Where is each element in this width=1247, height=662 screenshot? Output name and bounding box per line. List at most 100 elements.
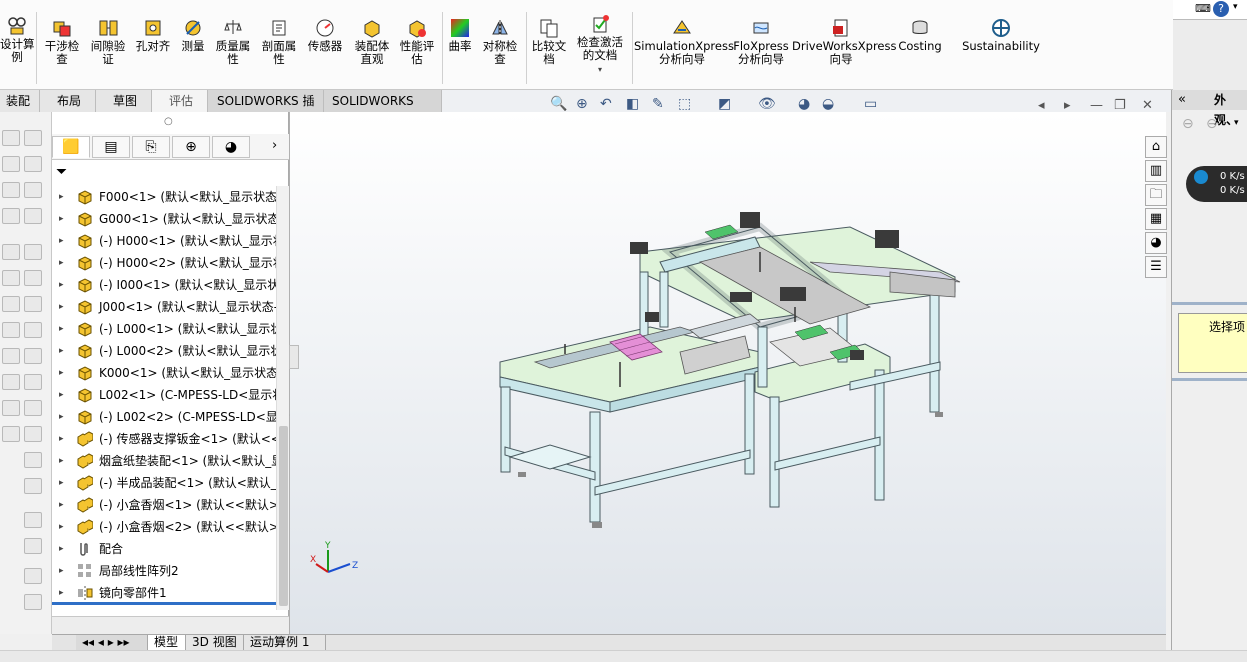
- view-palette-icon[interactable]: ▦: [1145, 208, 1167, 230]
- tab-sketch[interactable]: 草图: [96, 90, 152, 112]
- tab-model[interactable]: 模型: [148, 635, 186, 651]
- check-active-document-button[interactable]: 检查激活 的文档 ▾: [572, 14, 628, 76]
- minimize-icon[interactable]: —: [1090, 98, 1103, 113]
- tool-icon[interactable]: [24, 512, 42, 528]
- chevron-down-icon[interactable]: ▾: [1234, 118, 1239, 128]
- tab-property-manager[interactable]: ▤: [92, 136, 130, 158]
- tool-icon[interactable]: [24, 374, 42, 390]
- home-icon[interactable]: ⌂: [1145, 136, 1167, 158]
- chevron-down-icon[interactable]: ▾: [598, 65, 602, 74]
- tree-item[interactable]: ▸ J000<1> (默认<默认_显示状态-: [52, 296, 278, 318]
- simulationxpress-button[interactable]: SimulationXpress 分析向导: [634, 18, 734, 66]
- tree-item[interactable]: ▸ (-) H000<2> (默认<默认_显示状: [52, 252, 285, 274]
- tab-motion-study-1[interactable]: 运动算例 1: [244, 635, 326, 651]
- collapse-icon[interactable]: «: [1178, 90, 1186, 110]
- forward-icon[interactable]: ⊖: [1206, 116, 1218, 132]
- tab-3d-views[interactable]: 3D 视图: [186, 635, 244, 651]
- sustainability-button[interactable]: Sustainability: [960, 18, 1042, 53]
- tree-item[interactable]: ▸ 镜向零部件1: [52, 582, 276, 604]
- interference-check-button[interactable]: 干涉检 查: [40, 18, 84, 66]
- sensor-button[interactable]: 传感器: [304, 18, 346, 53]
- tree-item[interactable]: ▸ 烟盒纸垫装配<1> (默认<默认_显: [52, 450, 283, 472]
- tool-icon[interactable]: [2, 296, 20, 312]
- dynamic-annotation-icon[interactable]: ✎: [652, 96, 664, 112]
- tool-icon[interactable]: [24, 568, 42, 584]
- tab-display-manager[interactable]: ◕: [212, 136, 250, 158]
- tree-horizontal-scrollbar[interactable]: [52, 616, 289, 634]
- expand-arrow-icon[interactable]: ▸: [59, 296, 64, 318]
- keyboard-icon[interactable]: ⌨: [1195, 2, 1211, 15]
- design-study-button[interactable]: 设计算 例: [0, 16, 35, 64]
- custom-properties-icon[interactable]: ☰: [1145, 256, 1167, 278]
- previous-view-icon[interactable]: ↶: [600, 96, 612, 112]
- tool-icon[interactable]: [2, 374, 20, 390]
- tool-icon[interactable]: [2, 400, 20, 416]
- mass-properties-button[interactable]: 质量属 性: [212, 18, 254, 66]
- measure-button[interactable]: 测量: [176, 18, 210, 53]
- expand-arrow-icon[interactable]: ▸: [59, 516, 64, 538]
- hole-alignment-button[interactable]: 孔对齐: [132, 18, 174, 53]
- restore-icon[interactable]: ◂: [1038, 98, 1045, 113]
- tool-icon[interactable]: [24, 244, 42, 260]
- expand-arrow-icon[interactable]: ▸: [59, 230, 64, 252]
- tool-icon[interactable]: [2, 156, 20, 172]
- tool-icon[interactable]: [2, 244, 20, 260]
- floxpress-button[interactable]: FloXpress 分析向导: [732, 18, 790, 66]
- tree-item[interactable]: ▸ (-) H000<1> (默认<默认_显示状: [52, 230, 285, 252]
- tree-item[interactable]: ▸ (-) L000<1> (默认<默认_显示状: [52, 318, 282, 340]
- tree-item[interactable]: ▸ (-) 半成品装配<1> (默认<默认_: [52, 472, 277, 494]
- tree-item[interactable]: ▸ 配合: [52, 538, 276, 560]
- tool-icon[interactable]: [24, 426, 42, 442]
- tool-icon[interactable]: [2, 270, 20, 286]
- tool-icon[interactable]: [24, 182, 42, 198]
- assemblyxpert-button[interactable]: 装配体 直观: [350, 18, 394, 66]
- appearances-icon[interactable]: ◕: [1145, 232, 1167, 254]
- close-icon[interactable]: ✕: [1142, 98, 1153, 113]
- panel-collapse-handle[interactable]: [289, 345, 299, 369]
- tool-icon[interactable]: [24, 478, 42, 494]
- help-icon[interactable]: ?: [1213, 1, 1229, 17]
- zoom-to-fit-icon[interactable]: 🔍: [550, 96, 567, 112]
- tab-assembly[interactable]: 装配体: [0, 90, 40, 130]
- curvature-button[interactable]: 曲率: [444, 18, 476, 53]
- tree-item[interactable]: ▸ (-) 小盒香烟<1> (默认<<默认>_: [52, 494, 285, 516]
- expand-arrow-icon[interactable]: ▸: [59, 472, 64, 494]
- tab-feature-tree[interactable]: 🟨: [52, 136, 90, 158]
- tree-item[interactable]: ▸ (-) 小盒香烟<2> (默认<<默认>_: [52, 516, 285, 538]
- tool-icon[interactable]: [2, 130, 20, 146]
- tool-icon[interactable]: [24, 296, 42, 312]
- tree-item[interactable]: ▸ F000<1> (默认<默认_显示状态-: [52, 186, 281, 208]
- performance-evaluation-button[interactable]: 性能评 估: [396, 18, 438, 66]
- expand-arrow-icon[interactable]: ▸: [59, 384, 64, 406]
- tree-item[interactable]: ▸ (-) L002<2> (C-MPESS-LD<显示: [52, 406, 290, 428]
- expand-arrow-icon[interactable]: ▸: [59, 252, 64, 274]
- tool-icon[interactable]: [24, 348, 42, 364]
- tool-icon[interactable]: [24, 270, 42, 286]
- tool-icon[interactable]: [2, 182, 20, 198]
- tool-icon[interactable]: [24, 156, 42, 172]
- costing-button[interactable]: Costing: [894, 18, 946, 53]
- expand-arrow-icon[interactable]: ▸: [59, 450, 64, 472]
- graphics-area[interactable]: Y Z X: [289, 112, 1166, 634]
- tool-icon[interactable]: [24, 594, 42, 610]
- tab-layout[interactable]: 布局: [40, 90, 96, 112]
- tool-icon[interactable]: [24, 130, 42, 146]
- expand-arrow-icon[interactable]: ▸: [59, 582, 64, 604]
- tool-icon[interactable]: [2, 208, 20, 224]
- expand-arrow-icon[interactable]: ▸: [59, 274, 64, 296]
- back-icon[interactable]: ⊖: [1182, 116, 1194, 132]
- view-orientation-icon[interactable]: ⬚: [678, 96, 691, 112]
- tool-icon[interactable]: [2, 348, 20, 364]
- tool-icon[interactable]: [2, 322, 20, 338]
- chevron-down-icon[interactable]: ▾: [1233, 2, 1238, 12]
- tree-item[interactable]: ▸ 局部线性阵列2: [52, 560, 276, 582]
- tree-item[interactable]: ▸ L002<1> (C-MPESS-LD<显示状: [52, 384, 284, 406]
- tree-item[interactable]: ▸ G000<1> (默认<默认_显示状态-: [52, 208, 284, 230]
- next-icon[interactable]: ▸: [1064, 98, 1071, 113]
- section-view-icon[interactable]: ◧: [626, 96, 639, 112]
- tab-dimxpert[interactable]: ⊕: [172, 136, 210, 158]
- symmetry-check-button[interactable]: 对称检 查: [478, 18, 522, 66]
- apply-scene-icon[interactable]: ◒: [822, 96, 834, 112]
- section-properties-button[interactable]: 剖面属 性: [258, 18, 300, 66]
- tab-configuration-manager[interactable]: ⎘: [132, 136, 170, 158]
